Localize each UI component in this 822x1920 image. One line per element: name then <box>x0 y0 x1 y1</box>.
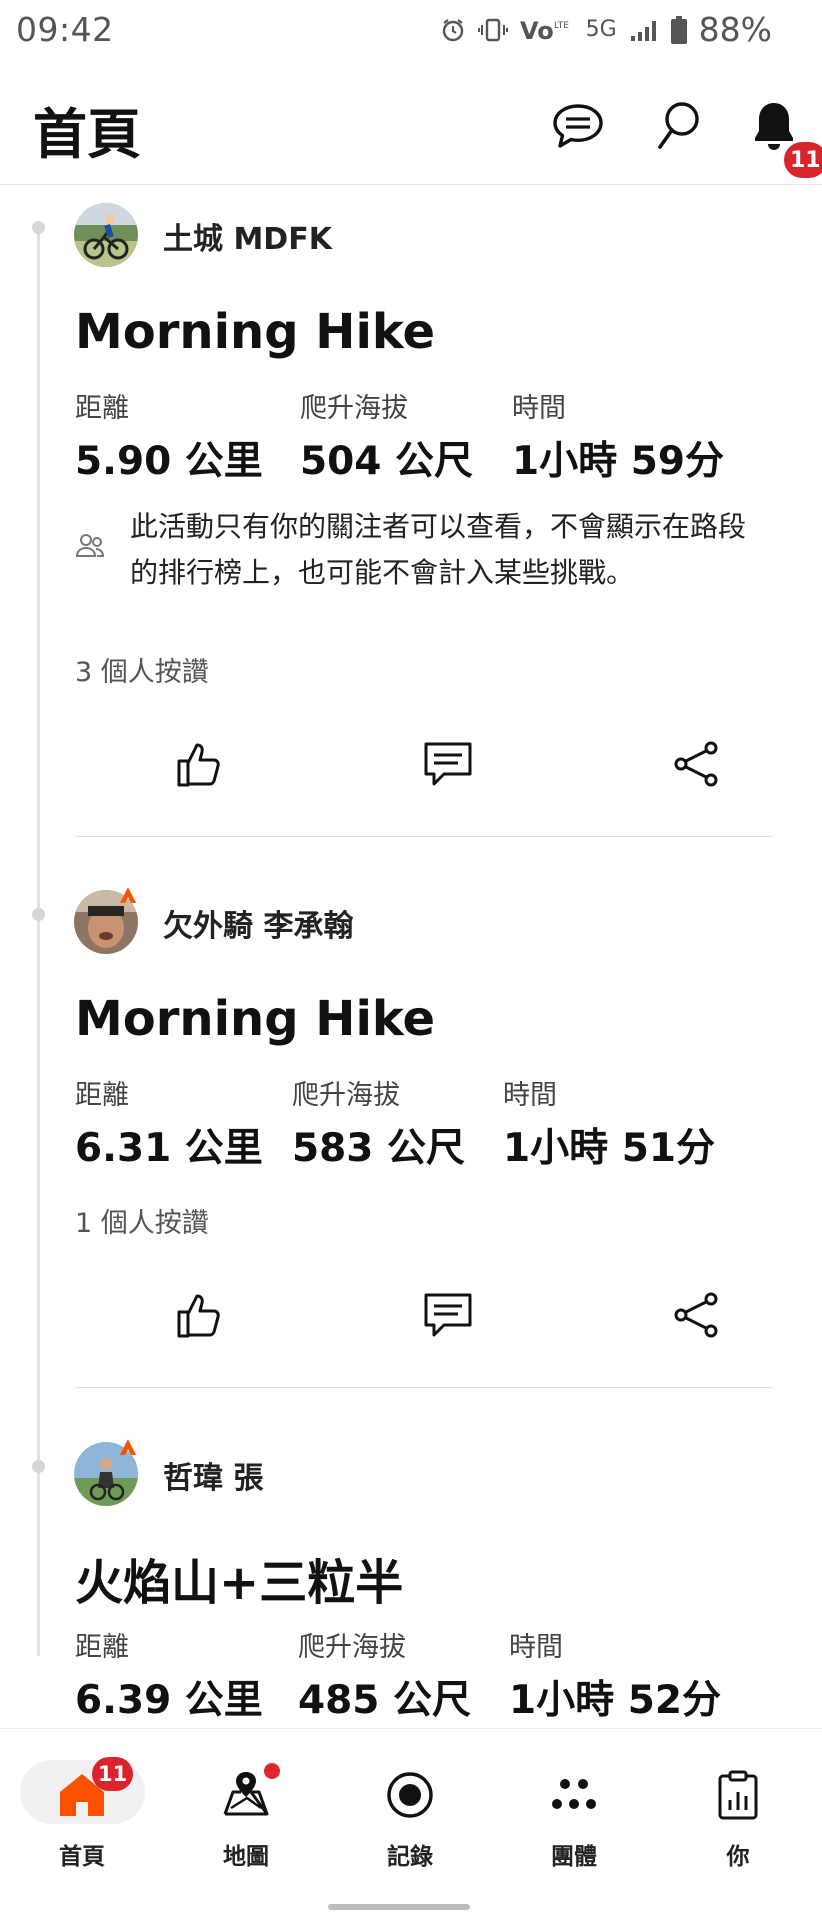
kudos-count[interactable]: 3 個人按讚 <box>75 650 209 689</box>
record-icon <box>382 1767 438 1823</box>
share-button[interactable] <box>666 1285 726 1345</box>
activity-title[interactable]: Morning Hike <box>75 991 435 1047</box>
search-icon <box>658 102 699 149</box>
bell-icon <box>755 103 793 150</box>
divider <box>75 836 773 837</box>
comment-icon <box>424 742 472 786</box>
app-header: 首頁 11 <box>0 60 822 185</box>
nav-map[interactable]: 地圖 <box>164 1729 328 1889</box>
stat-value-distance: 6.31 公里 <box>75 1126 263 1171</box>
nav-record[interactable]: 記錄 <box>328 1729 492 1889</box>
volte-icon: Vo LTE <box>520 17 574 43</box>
thumbs-up-icon <box>177 1294 220 1338</box>
stat-label-elevation: 爬升海拔 <box>292 1080 400 1111</box>
activity-title[interactable]: Morning Hike <box>75 304 435 360</box>
nav-groups[interactable]: 團體 <box>492 1729 656 1889</box>
profile-icon <box>710 1767 766 1823</box>
home-indicator[interactable] <box>328 1904 470 1910</box>
stat-label-time: 時間 <box>512 393 566 424</box>
status-time: 09:42 <box>16 10 114 49</box>
comment-button[interactable] <box>418 734 478 794</box>
stat-value-time: 1小時 51分 <box>503 1126 715 1171</box>
nav-map-dot <box>264 1763 280 1779</box>
signal-icon <box>629 17 659 43</box>
privacy-note: 此活動只有你的關注者可以查看，不會顯示在路段的排行榜上，也可能不會計入某些挑戰。 <box>130 510 747 589</box>
svg-text:LTE: LTE <box>554 21 569 31</box>
stat-value-distance: 5.90 公里 <box>75 439 263 484</box>
comment-icon <box>424 1293 472 1337</box>
nav-profile-label: 你 <box>726 1844 750 1870</box>
athlete-name[interactable]: 欠外騎 李承翰 <box>163 901 353 945</box>
kudos-button[interactable] <box>170 734 230 794</box>
kudos-count[interactable]: 1 個人按讚 <box>75 1201 209 1240</box>
activity-title[interactable]: 火焰山+三粒半 <box>75 1543 403 1613</box>
comment-button[interactable] <box>418 1285 478 1345</box>
timeline-dot <box>32 908 45 921</box>
nav-home-label: 首頁 <box>59 1844 105 1870</box>
avatar[interactable] <box>74 203 138 267</box>
timeline-dot <box>32 221 45 234</box>
stat-label-distance: 距離 <box>75 1080 129 1111</box>
nav-home-badge: 11 <box>92 1757 134 1791</box>
stat-value-elevation: 485 公尺 <box>298 1678 471 1723</box>
share-button[interactable] <box>666 734 726 794</box>
stat-label-elevation: 爬升海拔 <box>298 1632 406 1663</box>
status-icons: Vo LTE 5G 88% <box>440 10 772 49</box>
stat-label-distance: 距離 <box>75 1632 129 1663</box>
activity-feed[interactable]: 土城 MDFK Morning Hike 距離 爬升海拔 時間 5.90 公里 … <box>0 186 822 1726</box>
stat-value-distance: 6.39 公里 <box>75 1678 263 1723</box>
strava-logo <box>120 887 140 907</box>
stat-label-distance: 距離 <box>75 393 129 424</box>
timeline-line <box>37 226 40 1656</box>
page-title: 首頁 <box>33 103 141 166</box>
groups-icon <box>546 1767 602 1823</box>
search-button[interactable] <box>648 96 708 156</box>
svg-text:Vo: Vo <box>520 17 554 43</box>
notification-badge: 11 <box>784 142 822 178</box>
nav-groups-label: 團體 <box>551 1844 597 1870</box>
share-icon <box>674 1292 718 1338</box>
followers-icon <box>74 530 106 562</box>
athlete-name[interactable]: 哲瑋 張 <box>163 1453 263 1497</box>
vibrate-icon <box>477 17 508 43</box>
bottom-navigation: 11 首頁 地圖 記錄 團體 你 <box>0 1728 822 1888</box>
alarm-icon <box>440 17 466 43</box>
chat-icon <box>553 104 603 148</box>
stat-label-time: 時間 <box>509 1632 563 1663</box>
kudos-button[interactable] <box>170 1285 230 1345</box>
stat-value-time: 1小時 52分 <box>509 1678 721 1723</box>
strava-logo <box>120 1439 140 1459</box>
athlete-name[interactable]: 土城 MDFK <box>163 214 332 258</box>
network-type: 5G <box>585 17 617 42</box>
stat-value-elevation: 504 公尺 <box>300 439 473 484</box>
share-icon <box>674 741 718 787</box>
battery-icon <box>670 15 687 44</box>
divider <box>75 1387 773 1388</box>
timeline-dot <box>32 1460 45 1473</box>
chat-button[interactable] <box>548 96 608 156</box>
stat-value-elevation: 583 公尺 <box>292 1126 465 1171</box>
nav-home[interactable]: 11 首頁 <box>0 1729 164 1889</box>
nav-profile[interactable]: 你 <box>656 1729 820 1889</box>
stat-label-time: 時間 <box>503 1080 557 1111</box>
battery-percent: 88% <box>698 10 772 49</box>
thumbs-up-icon <box>177 743 220 787</box>
status-bar: 09:42 Vo LTE 5G 88% <box>0 0 822 56</box>
nav-record-label: 記錄 <box>387 1844 433 1870</box>
stat-value-time: 1小時 59分 <box>512 439 724 484</box>
stat-label-elevation: 爬升海拔 <box>300 393 408 424</box>
nav-map-label: 地圖 <box>223 1844 269 1870</box>
